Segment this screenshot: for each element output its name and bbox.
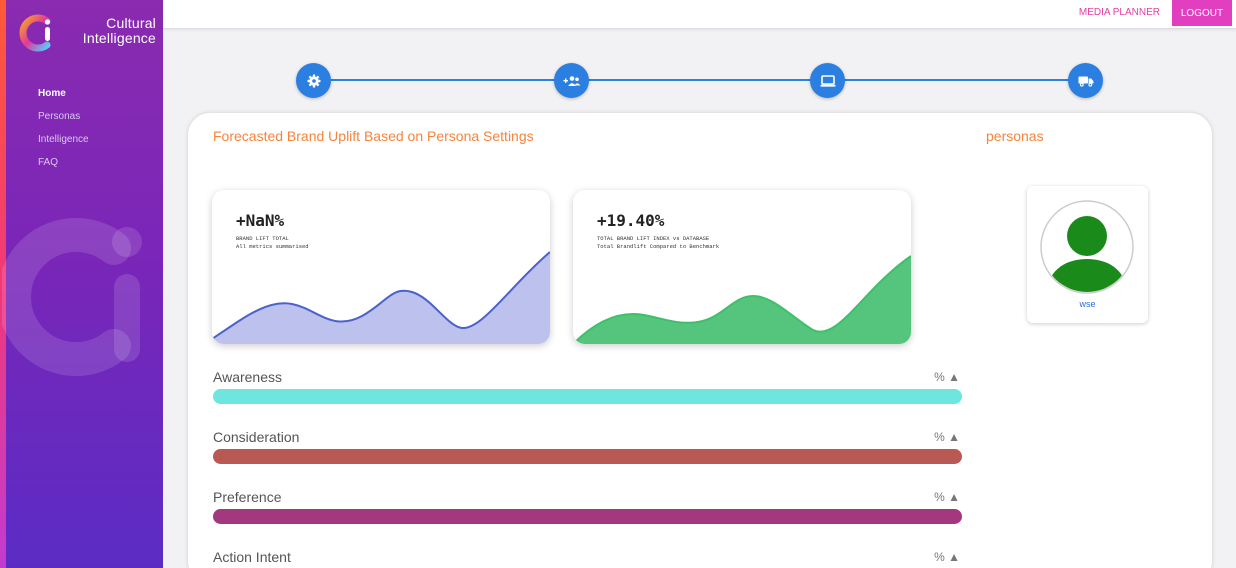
- metric-change: % ▲: [934, 370, 960, 384]
- personas-heading: personas: [986, 128, 1044, 144]
- brand-name-line2: Intelligence: [82, 30, 156, 46]
- persona-name: wse: [1079, 299, 1096, 309]
- media-planner-link[interactable]: MEDIA PLANNER: [1079, 7, 1160, 18]
- step-delivery[interactable]: [1068, 63, 1103, 98]
- metric-change: % ▲: [934, 430, 960, 444]
- user-avatar-icon: [1040, 200, 1134, 294]
- metric-value: +NaN%: [236, 211, 285, 230]
- ci-logo-icon: [19, 14, 51, 52]
- sparkline-area: [212, 251, 550, 344]
- step-personas[interactable]: [554, 63, 589, 98]
- laptop-icon: [820, 74, 835, 87]
- panel-title: Forecasted Brand Uplift Based on Persona…: [213, 128, 534, 144]
- sidebar: Cultural Intelligence Home Personas Inte…: [0, 0, 163, 568]
- metric-name: Awareness: [213, 369, 283, 385]
- metric-label-title: TOTAL BRAND LIFT INDEX vs DATABASE: [597, 235, 710, 242]
- brand-logo[interactable]: Cultural Intelligence: [18, 12, 158, 54]
- progress-stepper: [163, 60, 1236, 100]
- consideration-bar: [213, 449, 962, 464]
- metric-value: +19.40%: [597, 211, 665, 230]
- step-media[interactable]: [810, 63, 845, 98]
- top-bar: MEDIA PLANNER LOGOUT: [163, 0, 1236, 29]
- metric-change: % ▲: [934, 490, 960, 504]
- brand-lift-index-card: +19.40% TOTAL BRAND LIFT INDEX vs DATABA…: [573, 190, 911, 344]
- logout-button[interactable]: LOGOUT: [1172, 0, 1232, 26]
- add-users-icon: [563, 75, 580, 86]
- metric-name: Action Intent: [213, 549, 291, 565]
- watermark-logo: [2, 218, 142, 376]
- truck-icon: [1078, 76, 1093, 87]
- sidebar-item-home[interactable]: Home: [38, 88, 89, 100]
- sidebar-item-faq[interactable]: FAQ: [38, 157, 89, 169]
- gear-icon: [307, 74, 320, 87]
- sidebar-nav: Home Personas Intelligence FAQ: [38, 88, 89, 180]
- preference-bar: [213, 509, 962, 524]
- step-settings[interactable]: [296, 63, 331, 98]
- sidebar-item-personas[interactable]: Personas: [38, 111, 89, 123]
- metric-change: % ▲: [934, 550, 960, 564]
- stepper-connector: [331, 79, 1083, 81]
- sidebar-item-intelligence[interactable]: Intelligence: [38, 134, 89, 146]
- brand-uplift-panel: Forecasted Brand Uplift Based on Persona…: [188, 113, 1212, 568]
- brand-name-line1: Cultural: [106, 15, 156, 31]
- brand-name: Cultural Intelligence: [62, 16, 156, 46]
- metric-name: Consideration: [213, 429, 300, 445]
- metric-label-title: BRAND LIFT TOTAL: [236, 235, 289, 242]
- metric-name: Preference: [213, 489, 282, 505]
- awareness-bar: [213, 389, 962, 404]
- sparkline-area: [573, 255, 911, 344]
- brand-lift-total-card: +NaN% BRAND LIFT TOTAL All metrics summa…: [212, 190, 550, 344]
- persona-card[interactable]: wse: [1027, 186, 1148, 323]
